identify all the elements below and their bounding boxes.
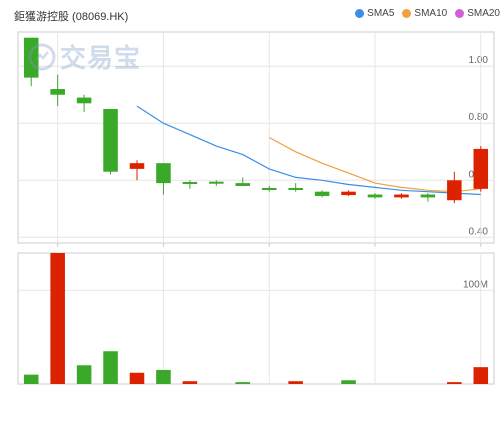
volume-bar [103, 351, 118, 384]
chart-title: 鉅獲游控股 (08069.HK) [14, 11, 129, 23]
volume-bar [473, 367, 489, 384]
candle-body-up [473, 148, 489, 189]
volume-bar [23, 374, 39, 384]
volume-ytick-label: 100M [463, 279, 488, 290]
candle-body-down [103, 108, 118, 172]
candle-body-up [341, 191, 356, 196]
price-ytick-label: 0.80 [469, 112, 489, 123]
legend-dot-sma5 [355, 9, 365, 18]
legend-label-sma20: SMA20 [467, 8, 500, 19]
volume-bar [341, 380, 356, 384]
price-ytick-label: 1.00 [469, 55, 489, 66]
candle-body-down [367, 194, 383, 198]
candle-body-down [314, 191, 330, 196]
candle-body-down [235, 183, 251, 186]
candle-body-down [261, 187, 277, 190]
volume-bar [156, 369, 171, 384]
legend-item-sma20[interactable]: SMA20 [455, 8, 500, 19]
legend-label-sma10: SMA10 [414, 8, 448, 19]
legend-dot-sma10 [402, 9, 412, 18]
volume-panel: 100M [17, 252, 495, 385]
watermark-text: 交易宝 [60, 43, 142, 73]
watermark: 交易宝 [28, 38, 141, 75]
volume-bar [76, 365, 92, 384]
candle-body-down [50, 89, 65, 95]
volume-bar [447, 382, 462, 384]
volume-bar [129, 372, 145, 384]
legend-item-sma10[interactable]: SMA10 [402, 8, 447, 19]
candle-body-up [129, 163, 145, 169]
volume-bar [288, 381, 303, 384]
watermark-logo-icon [28, 43, 56, 70]
price-ytick-label: 0.40 [469, 226, 489, 237]
volume-bar [182, 381, 198, 384]
legend-dot-sma20 [455, 9, 465, 18]
legend: SMA5 SMA10 SMA20 [347, 8, 500, 19]
candle-body-down [182, 181, 198, 184]
candle-body-up [447, 180, 462, 201]
candle-body-down [156, 163, 171, 184]
volume-plot-frame [17, 252, 495, 385]
candle-body-down [420, 194, 436, 198]
candle-body-down [76, 97, 92, 104]
candle-body-up [394, 194, 409, 198]
legend-label-sma5: SMA5 [367, 8, 395, 19]
candle-body-down [288, 187, 303, 190]
volume-bar [50, 253, 65, 384]
candle-body-down [209, 181, 224, 184]
legend-item-sma5[interactable]: SMA5 [355, 8, 394, 19]
volume-bar [235, 382, 251, 384]
